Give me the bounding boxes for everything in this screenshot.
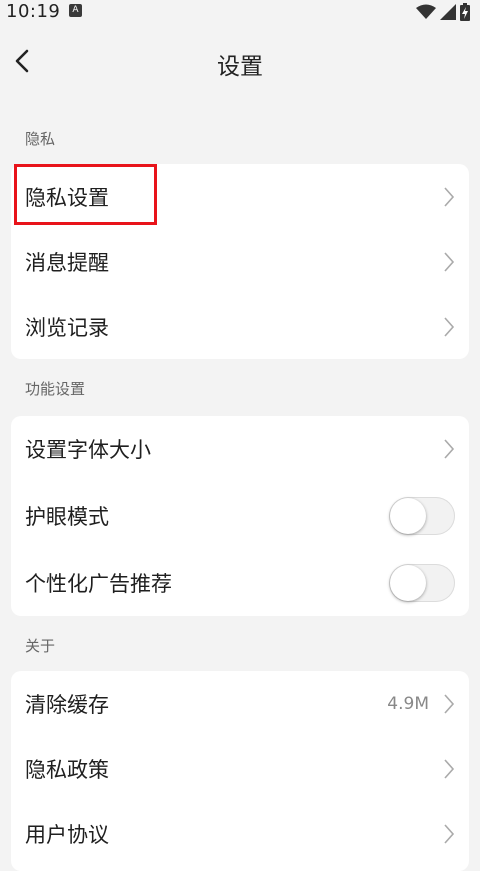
status-time: 10:19 — [6, 1, 61, 22]
battery-icon — [460, 3, 470, 21]
row-font-size[interactable]: 设置字体大小 — [11, 416, 469, 482]
row-message-reminder[interactable]: 消息提醒 — [11, 229, 469, 294]
row-label: 清除缓存 — [25, 692, 109, 717]
signal-icon — [440, 4, 456, 20]
chevron-right-icon — [444, 439, 455, 459]
chevron-right-icon — [444, 824, 455, 844]
card-function-settings: 设置字体大小 护眼模式 个性化广告推荐 — [11, 416, 469, 616]
row-personalized-ads: 个性化广告推荐 — [11, 549, 469, 616]
row-label: 消息提醒 — [25, 250, 109, 275]
wifi-icon — [416, 4, 436, 19]
row-eye-care-mode: 护眼模式 — [11, 482, 469, 549]
chevron-right-icon — [444, 252, 455, 272]
eye-care-toggle[interactable] — [389, 496, 455, 535]
card-about: 清除缓存 4.9M 隐私政策 用户协议 — [11, 671, 469, 871]
status-bar: 10:19 A — [0, 0, 480, 24]
chevron-right-icon — [444, 759, 455, 779]
status-icons — [416, 3, 470, 21]
section-label-about: 关于 — [25, 637, 56, 655]
notification-a-icon: A — [69, 4, 82, 17]
row-privacy-settings[interactable]: 隐私设置 — [11, 164, 469, 229]
row-browsing-history[interactable]: 浏览记录 — [11, 294, 469, 359]
cache-size-value: 4.9M — [387, 693, 429, 714]
section-label-privacy: 隐私 — [25, 130, 56, 148]
row-label: 隐私设置 — [25, 185, 109, 210]
toggle-knob — [390, 564, 426, 601]
row-privacy-policy[interactable]: 隐私政策 — [11, 736, 469, 801]
chevron-right-icon — [444, 317, 455, 337]
section-label-function-settings: 功能设置 — [25, 380, 86, 398]
card-privacy: 隐私设置 消息提醒 浏览记录 — [11, 164, 469, 359]
chevron-right-icon — [444, 187, 455, 207]
row-label: 个性化广告推荐 — [25, 571, 172, 596]
row-label: 浏览记录 — [25, 315, 109, 340]
row-clear-cache[interactable]: 清除缓存 4.9M — [11, 671, 469, 736]
personalized-ads-toggle[interactable] — [389, 563, 455, 602]
row-user-agreement[interactable]: 用户协议 — [11, 801, 469, 866]
chevron-right-icon — [444, 694, 455, 714]
row-label: 设置字体大小 — [25, 438, 151, 462]
page-title: 设置 — [217, 54, 263, 80]
row-label: 用户协议 — [25, 822, 109, 847]
header: 设置 — [0, 34, 480, 88]
row-label: 护眼模式 — [25, 504, 109, 529]
row-label: 隐私政策 — [25, 757, 109, 782]
toggle-knob — [390, 497, 426, 534]
